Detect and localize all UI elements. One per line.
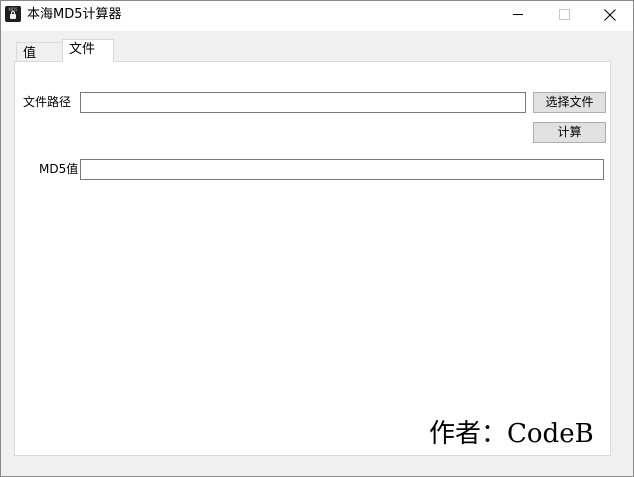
close-icon	[604, 9, 616, 21]
maximize-icon	[559, 9, 570, 20]
tab-value[interactable]: 值	[16, 42, 63, 61]
file-tab-panel	[14, 61, 611, 456]
md5-value-label: MD5值	[39, 162, 79, 176]
maximize-button[interactable]	[541, 1, 587, 30]
close-button[interactable]	[587, 1, 633, 30]
md5-value-input[interactable]	[80, 159, 604, 180]
lock-icon	[10, 11, 16, 19]
calculate-button[interactable]: 计算	[533, 122, 606, 143]
app-window: MD5 本海MD5计算器 值 文件 文件路径 选择文件 计算 MD5值 作者：C…	[0, 0, 634, 477]
window-title: 本海MD5计算器	[27, 7, 122, 22]
minimize-icon	[513, 14, 523, 15]
file-path-input[interactable]	[80, 92, 526, 113]
tab-file[interactable]: 文件	[62, 39, 114, 62]
choose-file-button[interactable]: 选择文件	[533, 92, 606, 113]
author-text: 作者：CodeB	[429, 419, 594, 449]
minimize-button[interactable]	[495, 1, 541, 30]
md5-app-icon: MD5	[5, 6, 21, 22]
title-bar[interactable]: MD5 本海MD5计算器	[1, 1, 633, 31]
file-path-label: 文件路径	[23, 95, 72, 109]
